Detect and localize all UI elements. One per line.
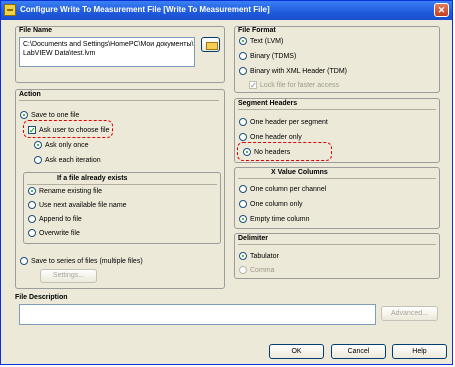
file-description-title: File Description [15, 294, 68, 301]
labview-icon [4, 4, 16, 16]
help-button[interactable]: Help [392, 344, 447, 359]
radio-unselected [28, 229, 36, 237]
action-title: Action [19, 91, 41, 98]
radio-unselected [239, 52, 247, 60]
highlight-ask-user [23, 120, 113, 138]
save-to-series-label: Save to series of files (multiple files) [31, 258, 143, 265]
save-to-one-file-label: Save to one file [31, 112, 80, 119]
ok-button[interactable]: OK [269, 344, 324, 359]
if-exists-divider [27, 184, 217, 185]
radio-unselected [239, 200, 247, 208]
radio-selected [20, 111, 28, 119]
radio-selected [239, 252, 247, 260]
checkmark-icon: ✓ [249, 81, 257, 90]
segment-headers-title: Segment Headers [238, 100, 298, 107]
radio-unselected [239, 185, 247, 193]
radio-unselected [28, 201, 36, 209]
settings-button[interactable]: Settings... [40, 269, 97, 283]
file-description-field[interactable] [19, 304, 376, 325]
lock-file-label: Lock file for faster access [260, 82, 339, 89]
use-next-label: Use next available file name [39, 202, 127, 209]
action-divider [19, 100, 219, 101]
radio-unselected [239, 67, 247, 75]
radio-selected [239, 215, 247, 223]
file-path-line2: LabVIEW Data\test.lvm [23, 50, 96, 57]
radio-unselected [239, 133, 247, 141]
dialog-window: Configure Write To Measurement File [Wri… [0, 0, 453, 365]
empty-time-column-label: Empty time column [250, 216, 310, 223]
window-title: Configure Write To Measurement File [Wri… [20, 5, 270, 14]
browse-button[interactable] [201, 37, 220, 52]
x-columns-divider [238, 178, 436, 179]
if-exists-title: If a file already exists [57, 175, 128, 182]
x-value-columns-title: X Value Columns [271, 169, 328, 176]
file-path-line1: C:\Documents and Settings\HomePC\Мои док… [23, 41, 194, 48]
radio-selected [28, 187, 36, 195]
rename-existing-label: Rename existing file [39, 188, 103, 195]
file-format-title: File Format [238, 27, 276, 34]
radio-unselected [239, 118, 247, 126]
radio-unselected [34, 156, 42, 164]
overwrite-label: Overwrite file [39, 230, 80, 237]
delimiter-divider [238, 244, 436, 245]
binary-tdms-label: Binary (TDMS) [250, 53, 297, 60]
radio-selected [34, 141, 42, 149]
file-name-title: File Name [19, 27, 53, 34]
one-header-per-segment-label: One header per segment [250, 119, 328, 126]
radio-unselected [20, 257, 28, 265]
one-column-per-channel-label: One column per channel [250, 186, 327, 193]
radio-unselected [28, 215, 36, 223]
one-column-only-label: One column only [250, 201, 303, 208]
radio-unselected [239, 266, 247, 274]
delimiter-title: Delimiter [238, 235, 268, 242]
append-label: Append to file [39, 216, 82, 223]
close-button[interactable]: ✕ [434, 3, 449, 17]
ask-each-iteration-label: Ask each iteration [45, 157, 101, 164]
cancel-button[interactable]: Cancel [331, 344, 386, 359]
text-lvm-label: Text (LVM) [250, 38, 284, 45]
title-bar[interactable]: Configure Write To Measurement File [Wri… [1, 1, 452, 20]
radio-selected [239, 37, 247, 45]
one-header-only-label: One header only [250, 134, 302, 141]
folder-icon [206, 42, 218, 50]
tabulator-label: Tabulator [250, 253, 279, 260]
advanced-button[interactable]: Advanced... [381, 306, 438, 321]
ask-only-once-label: Ask only once [45, 142, 89, 149]
segment-divider [238, 109, 436, 110]
file-path-field[interactable]: C:\Documents and Settings\HomePC\Мои док… [19, 37, 195, 67]
binary-xml-label: Binary with XML Header (TDM) [250, 68, 347, 75]
highlight-no-headers [237, 142, 332, 161]
comma-label: Comma [250, 267, 275, 274]
